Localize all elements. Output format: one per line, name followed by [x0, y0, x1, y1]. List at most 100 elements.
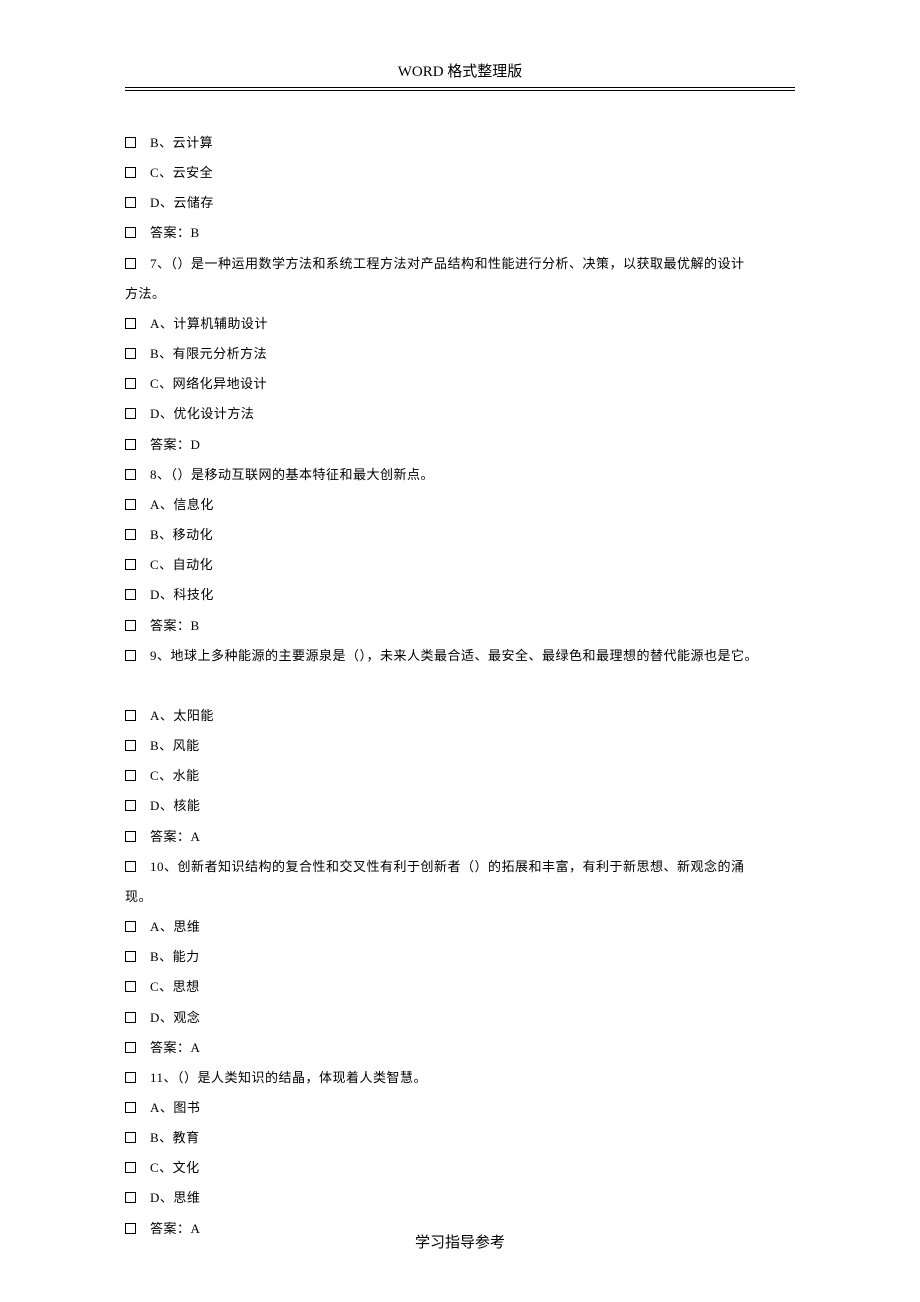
- content-line: D、核能: [125, 791, 795, 821]
- line-text: A、计算机辅助设计: [150, 309, 795, 339]
- content-line-wrap: 方法。: [125, 279, 795, 309]
- line-text: D、优化设计方法: [150, 399, 795, 429]
- checkbox-icon: [125, 318, 136, 329]
- checkbox-icon: [125, 861, 136, 872]
- content-line: B、有限元分析方法: [125, 339, 795, 369]
- content-line-wrap: 现。: [125, 882, 795, 912]
- checkbox-icon: [125, 348, 136, 359]
- checkbox-icon: [125, 439, 136, 450]
- checkbox-icon: [125, 258, 136, 269]
- content-line: 答案：D: [125, 430, 795, 460]
- line-text: 答案：B: [150, 611, 795, 641]
- content-line: 8、（）是移动互联网的基本特征和最大创新点。: [125, 460, 795, 490]
- content-line: D、云储存: [125, 188, 795, 218]
- line-text: 10、创新者知识结构的复合性和交叉性有利于创新者（）的拓展和丰富，有利于新思想、…: [150, 852, 795, 882]
- checkbox-icon: [125, 197, 136, 208]
- content-line: A、思维: [125, 912, 795, 942]
- content-line: 10、创新者知识结构的复合性和交叉性有利于创新者（）的拓展和丰富，有利于新思想、…: [125, 852, 795, 882]
- line-text: D、核能: [150, 791, 795, 821]
- content-line: C、云安全: [125, 158, 795, 188]
- line-text: D、思维: [150, 1183, 795, 1213]
- content-line: B、教育: [125, 1123, 795, 1153]
- content-line: D、观念: [125, 1003, 795, 1033]
- content-line: A、计算机辅助设计: [125, 309, 795, 339]
- content-line: A、信息化: [125, 490, 795, 520]
- checkbox-icon: [125, 227, 136, 238]
- page-header: WORD 格式整理版: [125, 60, 795, 88]
- content-line: 7、（）是一种运用数学方法和系统工程方法对产品结构和性能进行分析、决策，以获取最…: [125, 249, 795, 279]
- line-text: D、科技化: [150, 580, 795, 610]
- checkbox-icon: [125, 589, 136, 600]
- page-footer: 学习指导参考: [0, 1231, 920, 1252]
- content-line: B、风能: [125, 731, 795, 761]
- content-line: D、优化设计方法: [125, 399, 795, 429]
- line-text: C、网络化异地设计: [150, 369, 795, 399]
- line-text: A、太阳能: [150, 701, 795, 731]
- line-text: 答案：A: [150, 1033, 795, 1063]
- checkbox-icon: [125, 137, 136, 148]
- content-line: B、移动化: [125, 520, 795, 550]
- content-line: A、图书: [125, 1093, 795, 1123]
- content-line: 答案：A: [125, 822, 795, 852]
- checkbox-icon: [125, 1192, 136, 1203]
- content-line: 9、地球上多种能源的主要源泉是（），未来人类最合适、最安全、最绿色和最理想的替代…: [125, 641, 795, 671]
- checkbox-icon: [125, 770, 136, 781]
- checkbox-icon: [125, 469, 136, 480]
- checkbox-icon: [125, 529, 136, 540]
- content-line: 答案：B: [125, 218, 795, 248]
- content-line: C、网络化异地设计: [125, 369, 795, 399]
- line-text: 答案：A: [150, 822, 795, 852]
- line-text: 答案：D: [150, 430, 795, 460]
- line-text: A、信息化: [150, 490, 795, 520]
- line-text: 11、（）是人类知识的结晶，体现着人类智慧。: [150, 1063, 795, 1093]
- document-content: B、云计算C、云安全D、云储存答案：B7、（）是一种运用数学方法和系统工程方法对…: [125, 128, 795, 1244]
- line-text: 9、地球上多种能源的主要源泉是（），未来人类最合适、最安全、最绿色和最理想的替代…: [150, 641, 795, 671]
- checkbox-icon: [125, 1012, 136, 1023]
- content-line: C、思想: [125, 972, 795, 1002]
- line-text: A、图书: [150, 1093, 795, 1123]
- checkbox-icon: [125, 650, 136, 661]
- line-text: B、移动化: [150, 520, 795, 550]
- content-line: B、能力: [125, 942, 795, 972]
- line-text: D、云储存: [150, 188, 795, 218]
- content-line: D、科技化: [125, 580, 795, 610]
- checkbox-icon: [125, 740, 136, 751]
- content-line: C、水能: [125, 761, 795, 791]
- line-text: D、观念: [150, 1003, 795, 1033]
- content-line: B、云计算: [125, 128, 795, 158]
- checkbox-icon: [125, 831, 136, 842]
- checkbox-icon: [125, 1102, 136, 1113]
- checkbox-icon: [125, 710, 136, 721]
- line-text: B、云计算: [150, 128, 795, 158]
- line-text: B、风能: [150, 731, 795, 761]
- content-line: A、太阳能: [125, 701, 795, 731]
- line-text: C、思想: [150, 972, 795, 1002]
- checkbox-icon: [125, 951, 136, 962]
- line-text: B、有限元分析方法: [150, 339, 795, 369]
- line-text: B、教育: [150, 1123, 795, 1153]
- document-page: WORD 格式整理版 B、云计算C、云安全D、云储存答案：B7、（）是一种运用数…: [0, 0, 920, 1302]
- line-text: 答案：B: [150, 218, 795, 248]
- line-text: C、云安全: [150, 158, 795, 188]
- line-text: C、文化: [150, 1153, 795, 1183]
- content-line: C、自动化: [125, 550, 795, 580]
- checkbox-icon: [125, 1042, 136, 1053]
- content-line: D、思维: [125, 1183, 795, 1213]
- checkbox-icon: [125, 1072, 136, 1083]
- checkbox-icon: [125, 408, 136, 419]
- checkbox-icon: [125, 559, 136, 570]
- checkbox-icon: [125, 378, 136, 389]
- checkbox-icon: [125, 921, 136, 932]
- content-line-wrap: [125, 671, 795, 701]
- checkbox-icon: [125, 167, 136, 178]
- line-text: A、思维: [150, 912, 795, 942]
- content-line: C、文化: [125, 1153, 795, 1183]
- content-line: 答案：A: [125, 1033, 795, 1063]
- checkbox-icon: [125, 1162, 136, 1173]
- checkbox-icon: [125, 981, 136, 992]
- line-text: C、自动化: [150, 550, 795, 580]
- line-text: B、能力: [150, 942, 795, 972]
- line-text: 7、（）是一种运用数学方法和系统工程方法对产品结构和性能进行分析、决策，以获取最…: [150, 249, 795, 279]
- checkbox-icon: [125, 499, 136, 510]
- checkbox-icon: [125, 620, 136, 631]
